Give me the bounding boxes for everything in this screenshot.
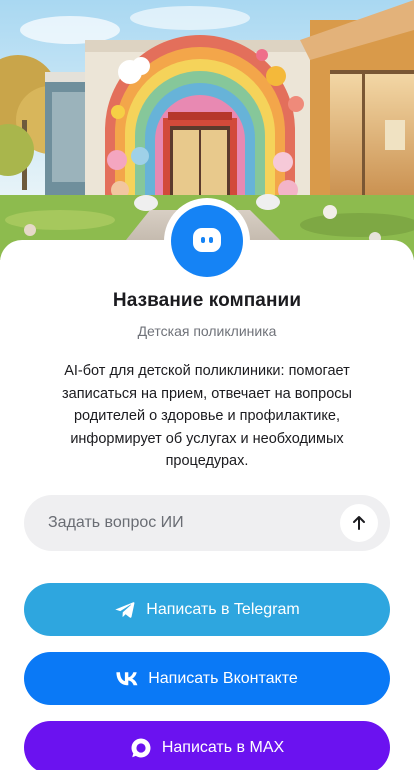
send-button[interactable]	[340, 504, 378, 542]
company-description: AI-бот для детской поликлиники: помогает…	[62, 363, 352, 469]
vk-icon	[116, 668, 138, 690]
telegram-icon	[114, 599, 136, 621]
vk-button-label: Написать Вконтакте	[148, 669, 298, 687]
chat-bot-icon	[171, 205, 243, 277]
max-button[interactable]: Написать в MAX	[24, 721, 390, 770]
max-button-label: Написать в MAX	[161, 738, 285, 756]
max-icon	[130, 737, 152, 759]
telegram-button[interactable]: Написать в Telegram	[24, 583, 390, 636]
arrow-up-icon	[353, 516, 365, 530]
company-type: Детская поликлиника	[137, 323, 277, 339]
ask-ai-box	[24, 495, 390, 551]
ask-ai-input[interactable]	[24, 495, 324, 551]
telegram-button-label: Написать в Telegram	[146, 600, 300, 618]
avatar	[164, 198, 250, 284]
company-name: Название компании	[112, 290, 302, 311]
vk-button[interactable]: Написать Вконтакте	[24, 652, 390, 705]
